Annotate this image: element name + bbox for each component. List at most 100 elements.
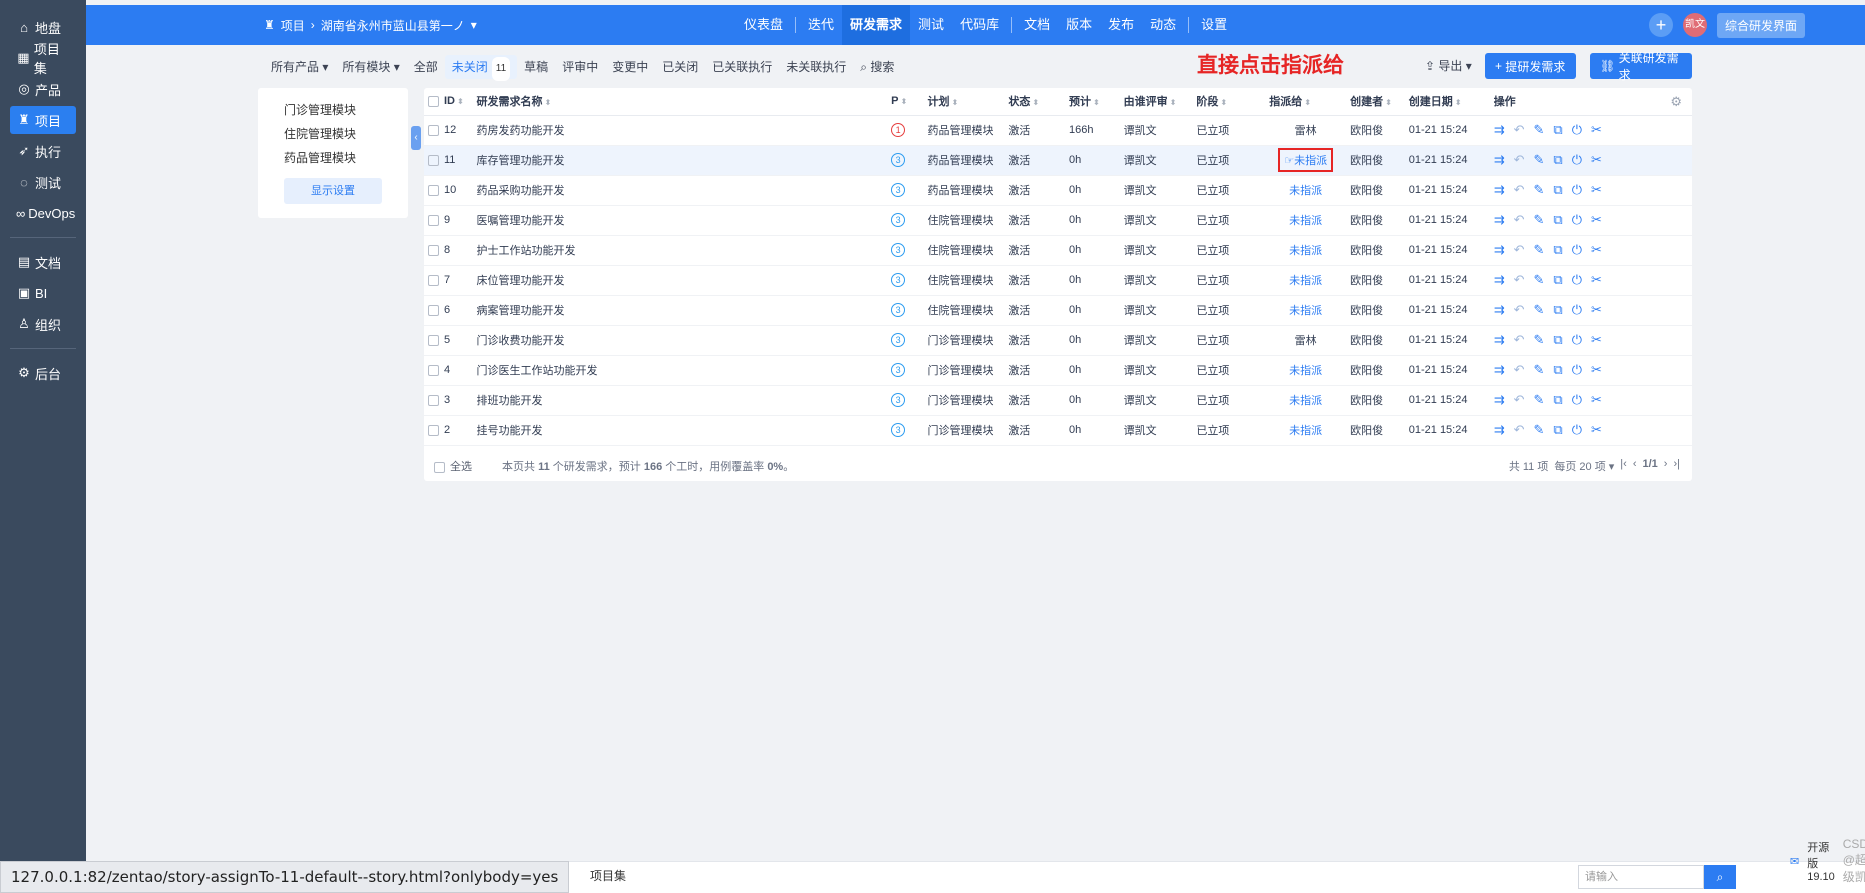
assign-to-link[interactable]: 未指派	[1289, 425, 1322, 437]
sidebar-item[interactable]: ∞ DevOps	[10, 199, 76, 227]
sort-icon[interactable]: ⬍	[1455, 98, 1462, 107]
last-page-icon[interactable]: ›|	[1673, 458, 1680, 474]
top-nav-item[interactable]: 代码库	[952, 5, 1007, 45]
sidebar-item[interactable]: ♙ 组织	[10, 310, 76, 338]
split-icon[interactable]: ⇉	[1494, 212, 1505, 228]
close-icon[interactable]: ⏻	[1572, 332, 1582, 348]
column-header[interactable]: 研发需求名称 ⬍	[472, 88, 888, 116]
top-nav-item[interactable]: 动态	[1142, 5, 1184, 45]
row-checkbox[interactable]	[428, 304, 439, 316]
chevron-down-icon[interactable]: ▾	[471, 18, 477, 32]
sort-icon[interactable]: ⬍	[900, 97, 907, 106]
assign-to-link[interactable]: 未指派	[1289, 395, 1322, 407]
gear-icon[interactable]: ⚙	[1670, 94, 1682, 110]
sort-icon[interactable]: ⬍	[457, 97, 464, 106]
close-icon[interactable]: ⏻	[1572, 272, 1582, 288]
batch-icon[interactable]: ⧉	[1553, 242, 1562, 258]
column-header[interactable]: P ⬍	[887, 88, 924, 116]
sort-icon[interactable]: ⬍	[545, 98, 552, 107]
version-label[interactable]: 开源版19.10	[1807, 839, 1835, 883]
undo-icon[interactable]: ↶	[1514, 362, 1525, 378]
cell-plan-value[interactable]: 门诊管理模块	[927, 335, 993, 347]
sort-icon[interactable]: ⬍	[1170, 98, 1177, 107]
quick-create-button[interactable]: +	[1648, 13, 1673, 37]
assign-to-link[interactable]: 未指派	[1294, 155, 1327, 167]
row-checkbox[interactable]	[428, 124, 439, 136]
bottom-breadcrumb[interactable]: 项目集	[590, 867, 626, 884]
batch-icon[interactable]: ⧉	[1553, 422, 1562, 438]
batch-icon[interactable]: ⧉	[1553, 182, 1562, 198]
mode-switch-button[interactable]: 综合研发界面	[1716, 12, 1805, 38]
close-icon[interactable]: ⏻	[1572, 302, 1582, 318]
sidebar-item[interactable]: ▣ BI	[10, 279, 76, 307]
edit-icon[interactable]: ✎	[1534, 152, 1545, 168]
cell-name-value[interactable]: 挂号功能开发	[477, 425, 543, 437]
row-checkbox[interactable]	[428, 364, 439, 376]
unlink-icon[interactable]: ✂	[1591, 182, 1602, 198]
row-checkbox[interactable]	[428, 274, 439, 286]
unlink-icon[interactable]: ✂	[1591, 242, 1602, 258]
top-nav-item[interactable]: 设置	[1193, 5, 1235, 45]
split-icon[interactable]: ⇉	[1494, 152, 1505, 168]
split-icon[interactable]: ⇉	[1494, 332, 1505, 348]
row-checkbox[interactable]	[428, 334, 439, 346]
cell-name-value[interactable]: 病案管理功能开发	[477, 305, 565, 317]
undo-icon[interactable]: ↶	[1514, 272, 1525, 288]
undo-icon[interactable]: ↶	[1514, 212, 1525, 228]
top-nav-item[interactable]: 迭代	[800, 5, 842, 45]
row-checkbox[interactable]	[428, 394, 439, 406]
unlink-icon[interactable]: ✂	[1591, 392, 1602, 408]
cell-name-value[interactable]: 门诊收费功能开发	[477, 335, 565, 347]
filter-tab[interactable]: 已关联执行	[705, 55, 779, 79]
edit-icon[interactable]: ✎	[1534, 332, 1545, 348]
column-header[interactable]: ID ⬍	[424, 88, 473, 116]
header-checkbox[interactable]	[428, 95, 439, 107]
batch-icon[interactable]: ⧉	[1553, 302, 1562, 318]
sidebar-item[interactable]: ⌂ 地盘	[10, 13, 76, 41]
filter-tab[interactable]: 所有模块 ▾	[335, 55, 406, 79]
undo-icon[interactable]: ↶	[1514, 242, 1525, 258]
sort-icon[interactable]: ⬍	[1220, 98, 1227, 107]
edit-icon[interactable]: ✎	[1534, 182, 1545, 198]
project-switcher[interactable]: 湖南省永州市蓝山县第一ノ	[321, 17, 465, 34]
filter-tab[interactable]: 未关联执行	[779, 55, 853, 79]
top-nav-item[interactable]: 测试	[910, 5, 952, 45]
search-button[interactable]: ⌕	[1704, 865, 1736, 889]
cell-plan-value[interactable]: 药品管理模块	[927, 125, 993, 137]
sort-icon[interactable]: ⬍	[1304, 98, 1311, 107]
cell-plan-value[interactable]: 住院管理模块	[927, 215, 993, 227]
column-header[interactable]: 操作	[1489, 88, 1692, 116]
top-nav-item[interactable]: 版本	[1058, 5, 1100, 45]
column-header[interactable]: 由谁评审 ⬍	[1119, 88, 1193, 116]
assign-to-link[interactable]: 雷林	[1295, 335, 1317, 347]
assign-to-link[interactable]: 未指派	[1289, 305, 1322, 317]
select-all-checkbox[interactable]: 全选	[434, 458, 472, 474]
undo-icon[interactable]: ↶	[1514, 302, 1525, 318]
row-checkbox[interactable]	[428, 424, 439, 436]
edit-icon[interactable]: ✎	[1534, 422, 1545, 438]
undo-icon[interactable]: ↶	[1514, 182, 1525, 198]
display-settings-button[interactable]: 显示设置	[284, 178, 382, 204]
unlink-icon[interactable]: ✂	[1591, 272, 1602, 288]
undo-icon[interactable]: ↶	[1514, 152, 1525, 168]
sidebar-item[interactable]: ▦ 项目集	[10, 42, 76, 76]
top-nav-item[interactable]: 发布	[1100, 5, 1142, 45]
cell-name-value[interactable]: 护士工作站功能开发	[477, 245, 576, 257]
cell-name-value[interactable]: 排班功能开发	[477, 395, 543, 407]
module-item[interactable]: 药品管理模块	[284, 146, 382, 170]
module-item[interactable]: 门诊管理模块	[284, 98, 382, 122]
cell-plan-value[interactable]: 药品管理模块	[927, 185, 993, 197]
filter-tab[interactable]: 未关闭 11	[444, 55, 518, 81]
edit-icon[interactable]: ✎	[1534, 212, 1545, 228]
cell-plan-value[interactable]: 门诊管理模块	[927, 395, 993, 407]
edit-icon[interactable]: ✎	[1534, 122, 1545, 138]
link-story-button[interactable]: ⛓ 关联研发需求	[1590, 51, 1692, 82]
column-header[interactable]: 阶段 ⬍	[1192, 88, 1266, 116]
cell-name-value[interactable]: 库存管理功能开发	[477, 155, 565, 167]
batch-icon[interactable]: ⧉	[1553, 392, 1562, 408]
split-icon[interactable]: ⇉	[1494, 392, 1505, 408]
close-icon[interactable]: ⏻	[1572, 242, 1582, 258]
sort-icon[interactable]: ⬍	[951, 98, 958, 107]
filter-tab[interactable]: 草稿	[517, 55, 555, 79]
undo-icon[interactable]: ↶	[1514, 392, 1525, 408]
